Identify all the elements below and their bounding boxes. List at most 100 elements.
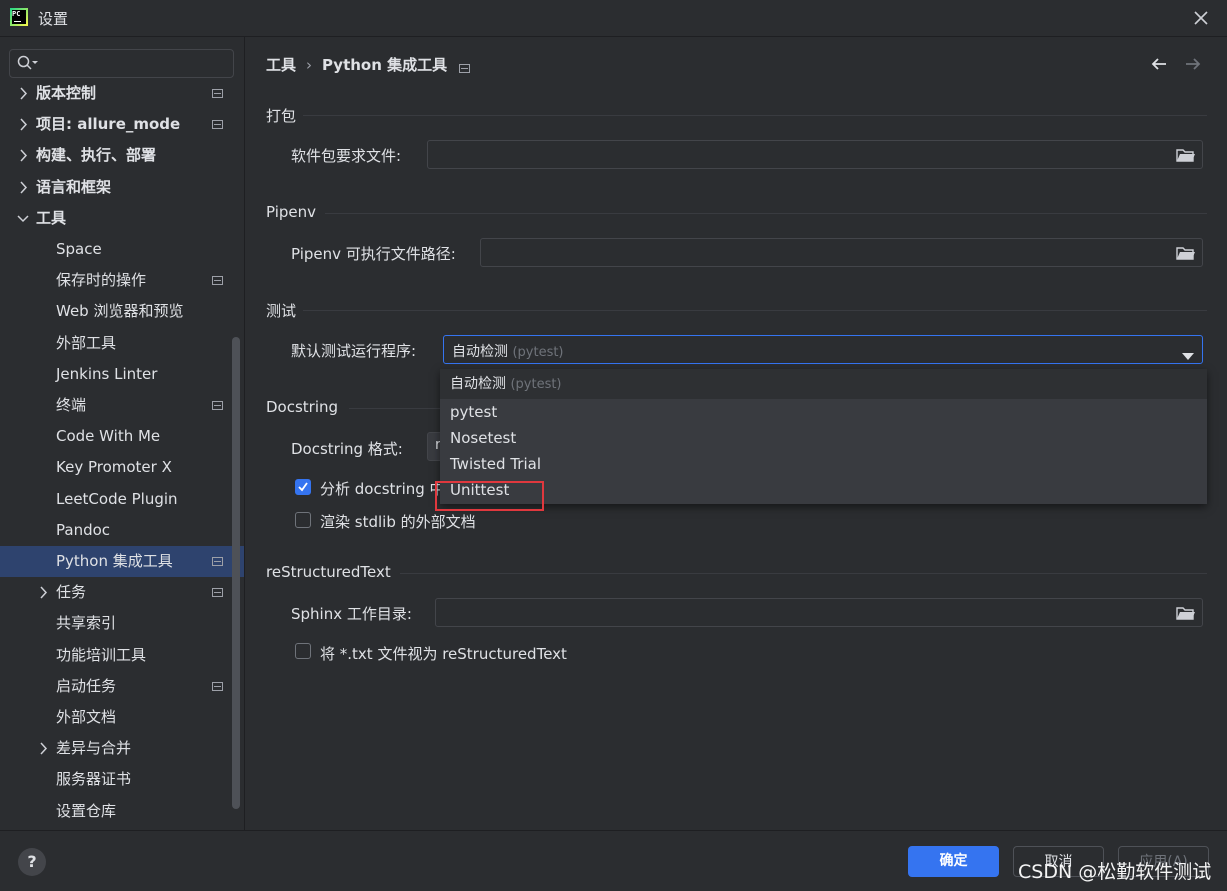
test-runner-hint: (pytest): [512, 345, 564, 360]
sidebar-item-label: Space: [56, 240, 102, 258]
sidebar-scrollbar[interactable]: [232, 337, 240, 809]
sidebar-item[interactable]: 构建、执行、部署: [0, 140, 244, 171]
dropdown-option-nosetest[interactable]: Nosetest: [440, 425, 1207, 451]
section-divider: [303, 310, 1207, 311]
modified-settings-icon: [212, 681, 223, 691]
folder-icon[interactable]: [1176, 605, 1196, 625]
sidebar-item-label: 终端: [56, 396, 87, 414]
sidebar-item[interactable]: Python 集成工具: [0, 546, 244, 577]
test-runner-label: 默认测试运行程序:: [291, 342, 417, 360]
treat-txt-label: 将 *.txt 文件视为 reStructuredText: [320, 645, 567, 663]
modified-settings-icon: [212, 89, 223, 98]
folder-icon[interactable]: [1176, 245, 1196, 265]
chevron-down-icon[interactable]: [16, 203, 30, 234]
dropdown-option-auto[interactable]: 自动检测 (pytest): [440, 369, 1207, 399]
sidebar-item-label: 设置仓库: [56, 801, 117, 820]
requirements-file-field[interactable]: [427, 140, 1203, 169]
render-stdlib-docs-checkbox[interactable]: [295, 512, 311, 528]
close-icon[interactable]: [1191, 8, 1211, 28]
dropdown-option-unittest[interactable]: Unittest: [440, 477, 1207, 503]
sidebar-item[interactable]: Space: [0, 234, 244, 265]
dropdown-arrow-icon[interactable]: [1182, 347, 1194, 365]
dropdown-option-pytest[interactable]: pytest: [440, 399, 1207, 425]
sidebar-item-label: 任务: [56, 583, 87, 602]
title-bar: PC 设置: [0, 0, 1227, 37]
breadcrumb-parent[interactable]: 工具: [266, 56, 296, 74]
forward-arrow-icon[interactable]: [1184, 56, 1202, 76]
sidebar-item[interactable]: Web 浏览器和预览: [0, 296, 244, 327]
docstring-format-label: Docstring 格式:: [291, 440, 403, 458]
analyze-docstring-checkbox[interactable]: [295, 479, 311, 495]
chevron-right-icon[interactable]: [16, 109, 30, 140]
sidebar-item-label: 工具: [36, 208, 67, 227]
modified-settings-icon: [459, 64, 471, 73]
window-title: 设置: [38, 10, 69, 28]
help-icon[interactable]: ?: [18, 848, 46, 876]
modified-settings-icon: [212, 588, 223, 598]
sidebar-item[interactable]: 任务: [0, 577, 244, 608]
section-packaging-title: 打包: [266, 107, 297, 125]
chevron-right-icon[interactable]: [16, 78, 30, 109]
sidebar-item[interactable]: 终端: [0, 390, 244, 421]
sidebar-item-label: 项目: allure_mode: [36, 115, 181, 134]
pycharm-logo-icon: PC: [10, 8, 28, 26]
breadcrumb-current: Python 集成工具: [322, 56, 448, 74]
sidebar-item-label: 外部文档: [56, 708, 117, 726]
pipenv-path-label: Pipenv 可执行文件路径:: [291, 245, 456, 263]
sidebar-item[interactable]: LeetCode Plugin: [0, 484, 244, 515]
requirements-file-label: 软件包要求文件:: [291, 147, 402, 165]
sidebar-item[interactable]: 版本控制: [0, 78, 244, 109]
section-pipenv-title: Pipenv: [266, 203, 317, 221]
sidebar-item[interactable]: 启动任务: [0, 671, 244, 702]
treat-txt-checkbox[interactable]: [295, 643, 311, 659]
sidebar-item[interactable]: 保存时的操作: [0, 265, 244, 296]
sidebar-item[interactable]: Pandoc: [0, 515, 244, 546]
pipenv-path-field[interactable]: [480, 238, 1203, 267]
chevron-right-icon[interactable]: [16, 172, 30, 203]
sidebar-item-label: LeetCode Plugin: [56, 489, 178, 508]
folder-icon[interactable]: [1176, 147, 1196, 167]
sidebar-item-label: Code With Me: [56, 427, 161, 446]
sidebar-item[interactable]: Code With Me: [0, 421, 244, 452]
sidebar-item[interactable]: 设置仓库: [0, 796, 244, 827]
chevron-right-icon[interactable]: [36, 577, 50, 608]
search-input[interactable]: [9, 49, 234, 78]
sidebar-item[interactable]: 外部工具: [0, 328, 244, 359]
sidebar-item-label: Pandoc: [56, 520, 111, 539]
test-runner-select[interactable]: 自动检测 (pytest): [443, 335, 1203, 364]
sidebar-item-label: Jenkins Linter: [56, 364, 158, 383]
sphinx-dir-label: Sphinx 工作目录:: [291, 605, 412, 623]
back-arrow-icon[interactable]: [1150, 56, 1168, 76]
sidebar-item[interactable]: Jenkins Linter: [0, 359, 244, 390]
section-divider: [303, 115, 1207, 116]
section-docstring-title: Docstring: [266, 398, 339, 416]
sidebar-item[interactable]: 共享索引: [0, 608, 244, 639]
watermark: CSDN @松勤软件测试: [1018, 861, 1212, 883]
modified-settings-icon: [212, 401, 223, 410]
sidebar-item-label: 服务器证书: [56, 770, 132, 789]
sidebar-item[interactable]: Key Promoter X: [0, 452, 244, 483]
dropdown-option-twisted-trial[interactable]: Twisted Trial: [440, 451, 1207, 477]
settings-sidebar: 版本控制项目: allure_mode 构建、执行、部署语言和框架工具 Space 保…: [0, 37, 245, 830]
sidebar-item-label: 差异与合并: [56, 739, 132, 758]
test-runner-dropdown-list: 自动检测 (pytest) pytest Nosetest Twisted Tr…: [440, 369, 1207, 504]
sidebar-item[interactable]: 语言和框架: [0, 172, 244, 203]
sidebar-item[interactable]: 外部文档: [0, 702, 244, 733]
sidebar-item-label: 构建、执行、部署: [36, 146, 157, 165]
sidebar-item-label: 版本控制: [36, 84, 97, 102]
chevron-right-icon[interactable]: [16, 140, 30, 171]
sidebar-item-label: Key Promoter X: [56, 458, 172, 477]
section-divider: [400, 573, 1207, 574]
dialog-footer: ? 确定 取消 应用(A) CSDN @松勤软件测试: [0, 830, 1227, 891]
sidebar-item[interactable]: 工具: [0, 203, 244, 234]
sidebar-item-label: 启动任务: [56, 676, 117, 695]
sidebar-item[interactable]: 服务器证书: [0, 764, 244, 795]
sphinx-dir-field[interactable]: [435, 598, 1203, 627]
sidebar-item[interactable]: 项目: allure_mode: [0, 109, 244, 140]
sidebar-item-label: Python 集成工具: [56, 552, 173, 570]
chevron-right-icon[interactable]: [36, 733, 50, 764]
ok-button[interactable]: 确定: [908, 846, 999, 877]
sidebar-item[interactable]: 差异与合并: [0, 733, 244, 764]
sidebar-item[interactable]: 功能培训工具: [0, 640, 244, 671]
search-icon: [17, 55, 39, 75]
